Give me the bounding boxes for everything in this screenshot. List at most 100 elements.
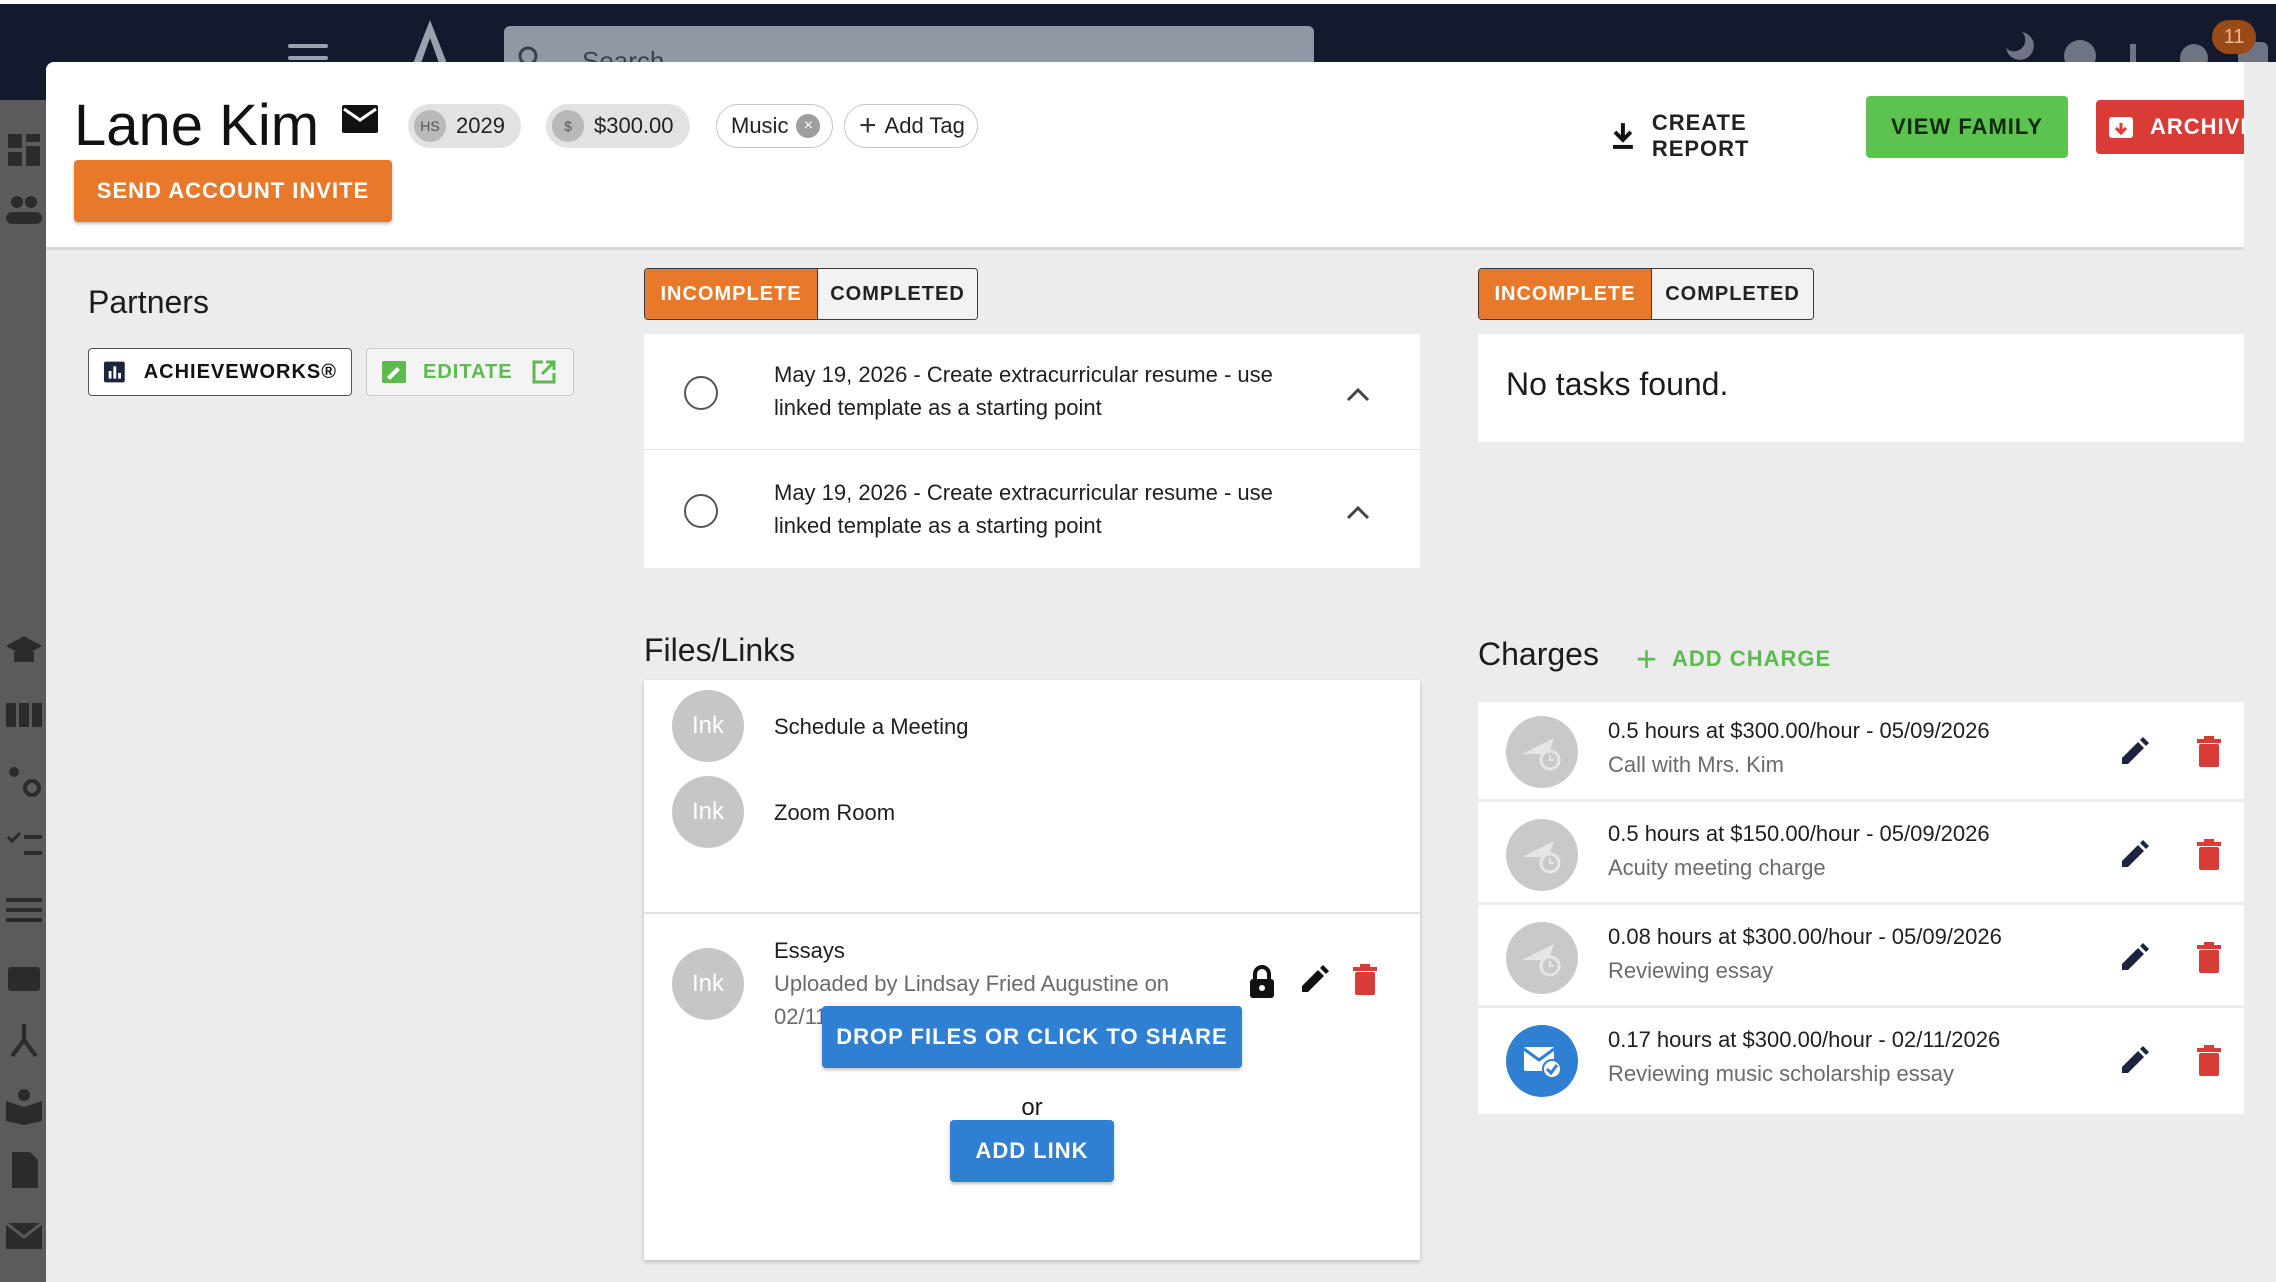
partner-label: ACHIEVEWORKS® [143, 360, 337, 383]
chip-avatar: $ [552, 110, 584, 142]
background-right-edge [2244, 62, 2276, 1282]
lock-icon[interactable] [1248, 964, 1276, 1000]
email-icon[interactable] [340, 102, 380, 136]
task-complete-radio[interactable] [684, 376, 718, 410]
add-link-button[interactable]: ADD LINK [950, 1120, 1114, 1182]
charge-note: Reviewing essay [1608, 958, 1774, 983]
download-icon [1612, 123, 1633, 149]
mail-sidebar-icon[interactable] [4, 1215, 44, 1255]
tag-chip-music: Music × [716, 104, 834, 148]
partner-editate-button[interactable]: EDITATE [366, 348, 574, 396]
task-item: May 19, 2026 - Create extracurricular re… [644, 452, 1420, 568]
link-schedule-meeting[interactable]: Schedule a Meeting [774, 714, 968, 740]
video-library-icon[interactable] [4, 955, 44, 995]
background-sidebar [0, 100, 46, 1282]
dashboard-icon[interactable] [4, 130, 44, 170]
people-icon[interactable] [4, 190, 44, 230]
open-in-new-icon [532, 360, 556, 384]
drop-files-button[interactable]: DROP FILES OR CLICK TO SHARE [822, 1006, 1242, 1068]
charge-pending-icon [1506, 922, 1578, 994]
create-report-label: CREATE REPORT [1651, 110, 1750, 161]
delete-trash-icon[interactable] [2196, 942, 2222, 974]
add-tag-label: Add Tag [884, 113, 965, 138]
files-links-title: Files/Links [644, 632, 796, 668]
document-avatar: Ink [672, 948, 744, 1020]
notification-badge[interactable]: 11 [2212, 20, 2256, 54]
task-item: May 19, 2026 - Create extracurricular re… [644, 334, 1420, 450]
task-status-toggle-right: INCOMPLETE COMPLETED [1478, 268, 1814, 320]
link-zoom-room[interactable]: Zoom Room [774, 800, 895, 826]
editate-logo-icon [382, 361, 406, 383]
partners-title: Partners [88, 284, 209, 320]
checklist-icon[interactable] [4, 825, 44, 865]
charge-summary: 0.08 hours at $300.00/hour - 05/09/2026 [1608, 924, 2002, 949]
archive-label: ARCHIVE [2149, 114, 2256, 139]
rate-chip: $ $300.00 [546, 104, 690, 148]
list-icon[interactable] [4, 890, 44, 930]
charge-item: 0.5 hours at $300.00/hour - 05/09/2026 C… [1478, 702, 2258, 802]
partner-label: EDITATE [423, 360, 513, 383]
delete-trash-icon[interactable] [2196, 736, 2222, 768]
edit-pencil-icon[interactable] [2118, 942, 2150, 974]
tab-incomplete[interactable]: INCOMPLETE [645, 269, 817, 319]
delete-trash-icon[interactable] [2196, 1045, 2222, 1077]
add-charge-button[interactable]: + ADD CHARGE [1636, 634, 1836, 684]
plus-icon: + [1636, 638, 1659, 679]
reading-icon[interactable] [4, 1085, 44, 1125]
charge-sent-icon [1506, 1025, 1578, 1097]
charge-item: 0.08 hours at $300.00/hour - 05/09/2026 … [1478, 908, 2258, 1008]
edit-pencil-icon[interactable] [2118, 736, 2150, 768]
student-header: Lane Kim HS 2029 $ $300.00 Music × + Add… [46, 62, 2276, 250]
charge-item: 0.17 hours at $300.00/hour - 02/11/2026 … [1478, 1011, 2258, 1111]
edit-pencil-icon[interactable] [2118, 839, 2150, 871]
graduation-year: 2029 [456, 113, 505, 138]
archive-icon [2108, 117, 2133, 138]
no-tasks-message: No tasks found. [1506, 366, 1729, 402]
archive-button[interactable]: ARCHIVE [2096, 100, 2268, 154]
merge-icon[interactable] [4, 1020, 44, 1060]
columns-icon[interactable] [4, 695, 44, 735]
charge-summary: 0.17 hours at $300.00/hour - 02/11/2026 [1608, 1027, 2001, 1052]
chevron-up-icon[interactable] [1344, 502, 1372, 522]
charge-item: 0.5 hours at $150.00/hour - 05/09/2026 A… [1478, 805, 2258, 905]
task-list-right: No tasks found. [1478, 334, 2260, 442]
edit-pencil-icon[interactable] [2118, 1045, 2150, 1077]
task-text: May 19, 2026 - Create extracurricular re… [774, 480, 1273, 538]
student-name: Lane Kim [74, 93, 320, 158]
task-text: May 19, 2026 - Create extracurricular re… [774, 362, 1273, 420]
charge-summary: 0.5 hours at $300.00/hour - 05/09/2026 [1608, 718, 1990, 743]
charges-title: Charges [1478, 636, 1599, 672]
view-family-button[interactable]: VIEW FAMILY [1866, 96, 2068, 158]
add-charge-label: ADD CHARGE [1672, 646, 1832, 671]
edit-pencil-icon[interactable] [1298, 964, 1330, 996]
charges-list: 0.5 hours at $300.00/hour - 05/09/2026 C… [1478, 702, 2260, 1114]
hourly-rate: $300.00 [594, 113, 674, 138]
charge-note: Reviewing music scholarship essay [1608, 1061, 1955, 1086]
create-report-button[interactable]: CREATE REPORT [1610, 106, 1850, 166]
delete-trash-icon[interactable] [1352, 964, 1378, 996]
bar-chart-icon [103, 361, 125, 383]
charge-note: Acuity meeting charge [1608, 855, 1826, 880]
send-account-invite-button[interactable]: SEND ACCOUNT INVITE [74, 160, 392, 222]
plus-icon: + [859, 109, 877, 142]
delete-trash-icon[interactable] [2196, 839, 2222, 871]
task-complete-radio[interactable] [684, 494, 718, 528]
task-list: May 19, 2026 - Create extracurricular re… [644, 334, 1420, 568]
charge-note: Call with Mrs. Kim [1608, 752, 1785, 777]
school-icon[interactable] [4, 630, 44, 670]
remove-tag-icon[interactable]: × [796, 114, 821, 138]
graduation-year-chip: HS 2029 [408, 104, 521, 148]
charge-summary: 0.5 hours at $150.00/hour - 05/09/2026 [1608, 821, 1990, 846]
tab-incomplete[interactable]: INCOMPLETE [1479, 269, 1651, 319]
document-icon[interactable] [4, 1150, 44, 1190]
chevron-up-icon[interactable] [1344, 384, 1372, 404]
app-logo-icon [412, 20, 448, 66]
tag-label: Music [731, 113, 789, 138]
tab-completed[interactable]: COMPLETED [817, 269, 977, 319]
document-title: Essays [774, 938, 845, 963]
partner-achieveworks-button[interactable]: ACHIEVEWORKS® [88, 348, 352, 396]
tab-completed[interactable]: COMPLETED [1651, 269, 1813, 319]
add-tag-button[interactable]: + Add Tag [844, 104, 978, 148]
connections-icon[interactable] [4, 760, 44, 800]
charge-pending-icon [1506, 716, 1578, 788]
